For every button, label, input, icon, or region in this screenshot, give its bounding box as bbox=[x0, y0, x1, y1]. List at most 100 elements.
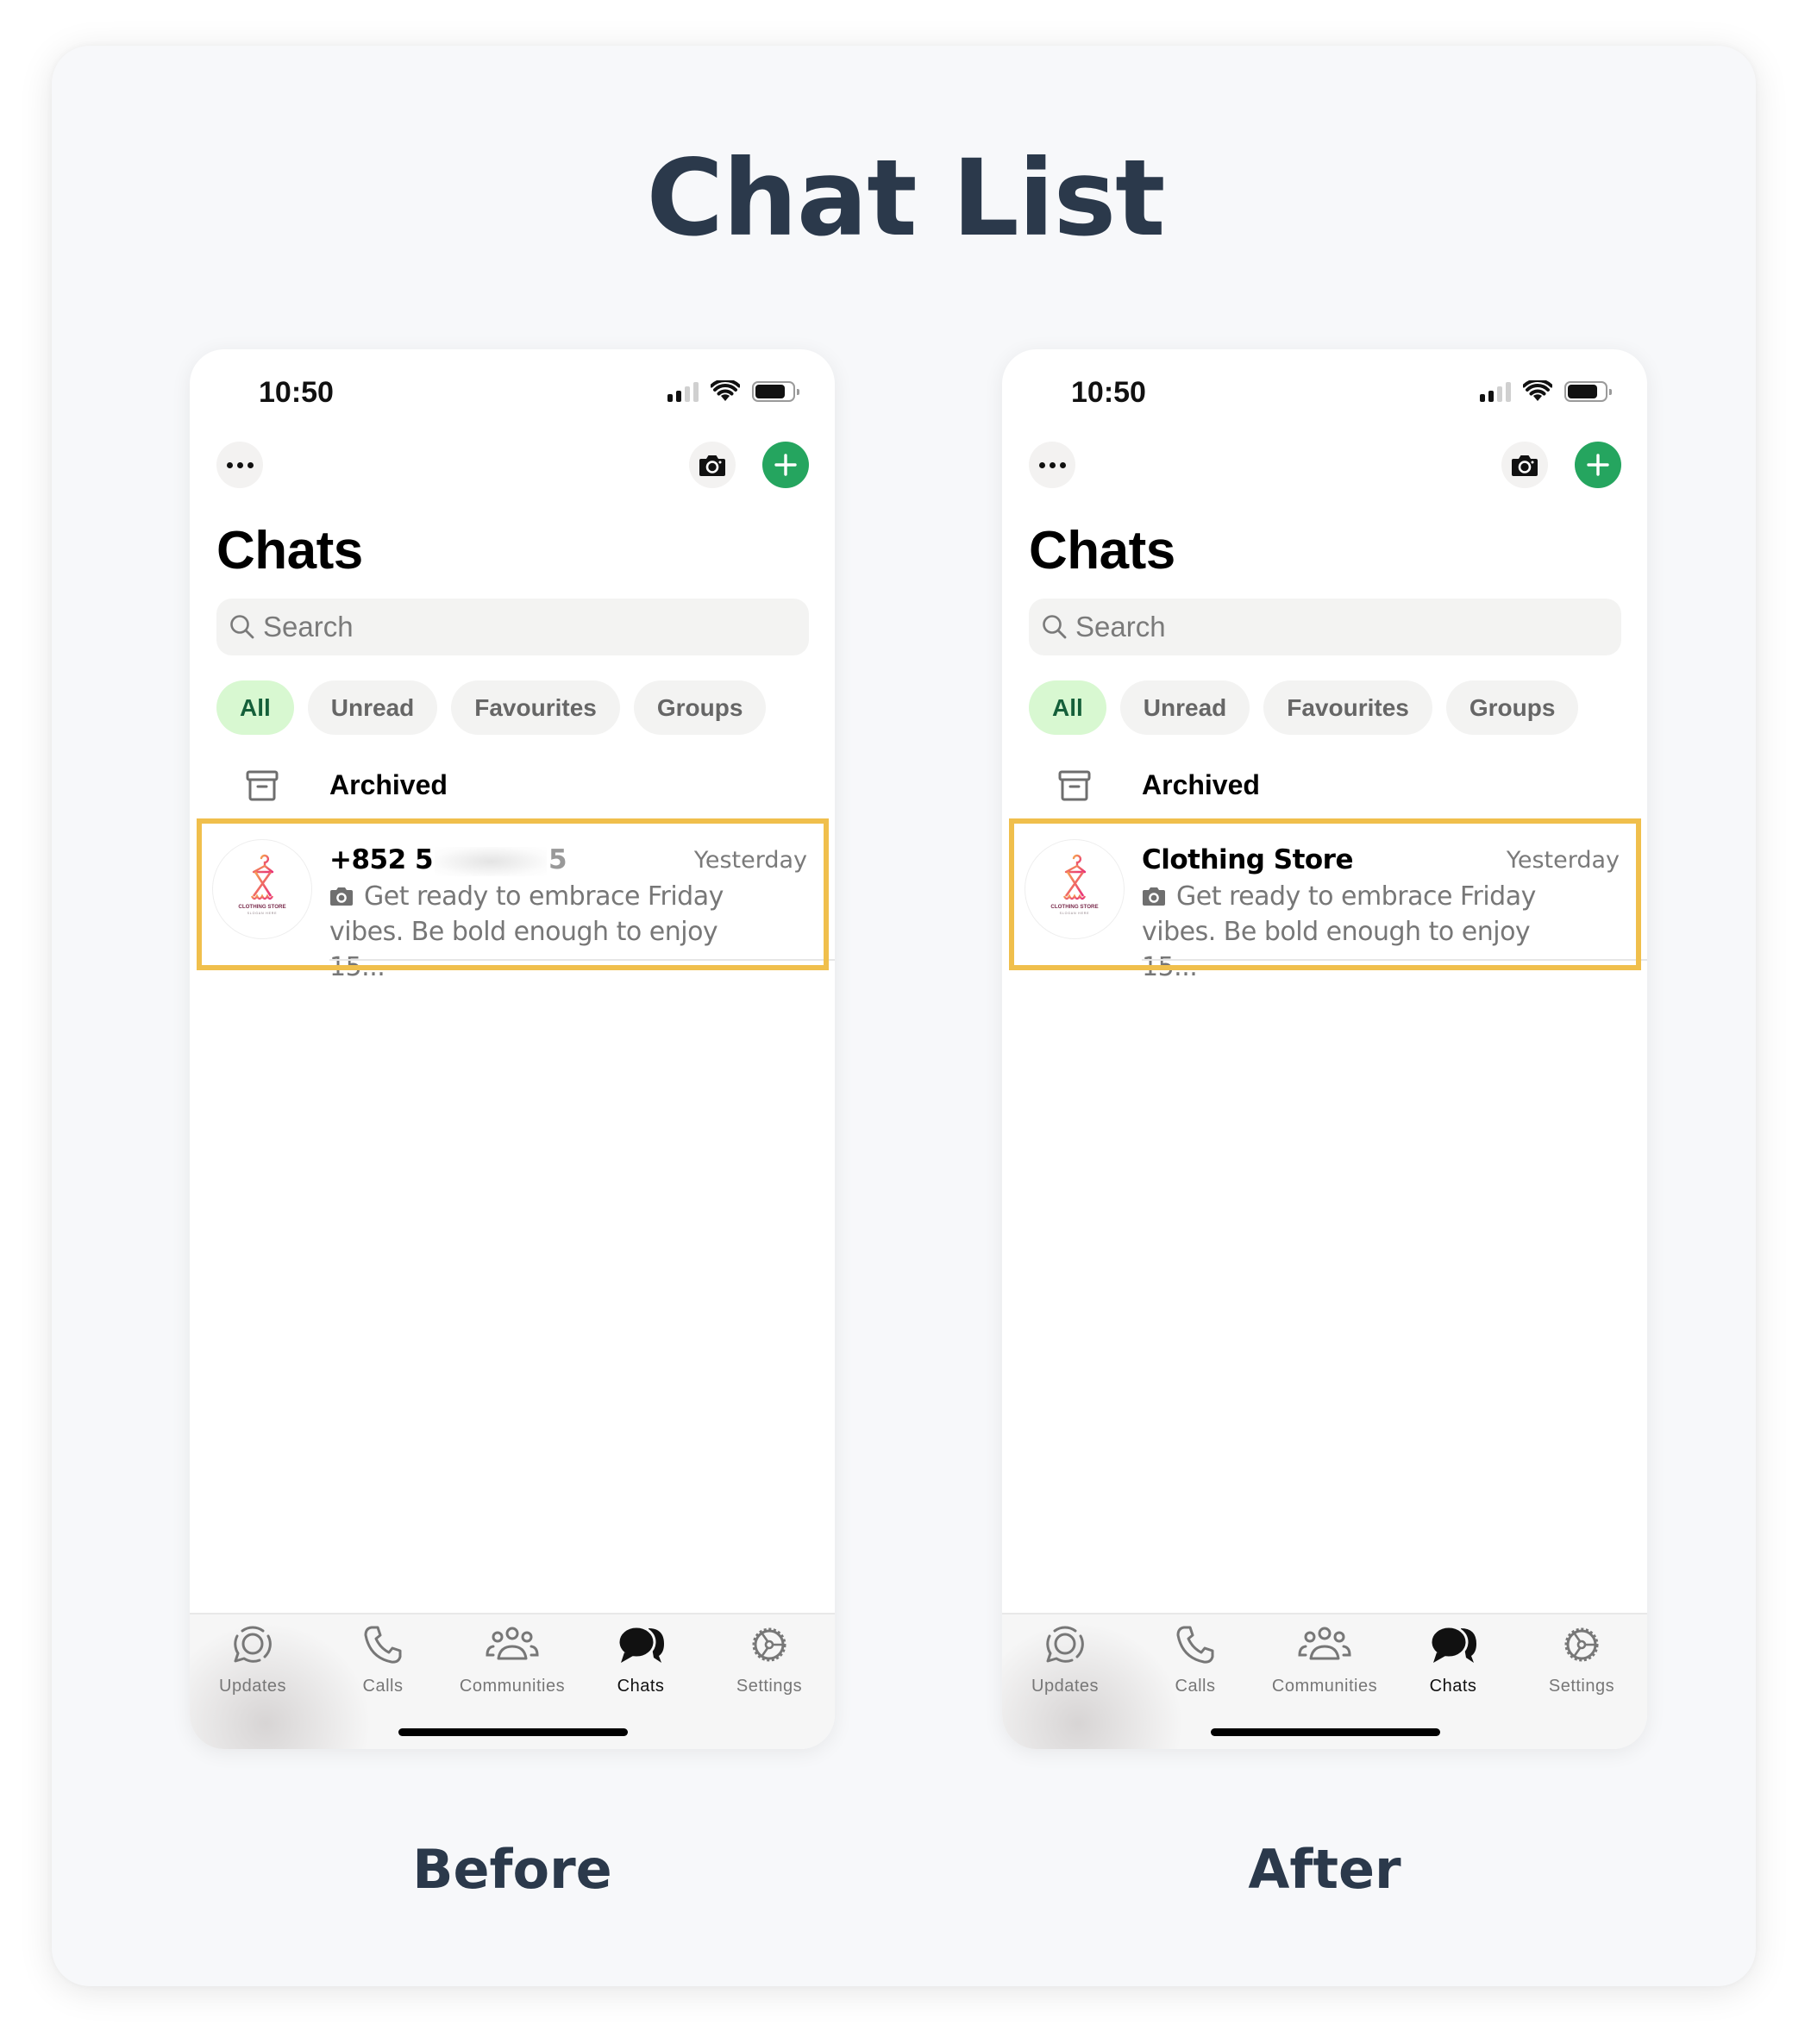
svg-text:CLOTHING STORE: CLOTHING STORE bbox=[238, 904, 285, 910]
filter-chip-favourites[interactable]: Favourites bbox=[451, 680, 620, 735]
caption-after: After bbox=[1248, 1838, 1401, 1901]
chat-name-visible-suffix: 5 bbox=[548, 844, 567, 875]
svg-text:CLOTHING STORE: CLOTHING STORE bbox=[1050, 904, 1098, 910]
photo-camera-icon bbox=[330, 887, 353, 906]
battery-icon bbox=[752, 381, 799, 402]
chat-timestamp: Yesterday bbox=[1506, 847, 1620, 874]
status-icons bbox=[1480, 379, 1612, 404]
archive-box-icon bbox=[1058, 770, 1091, 801]
phone-before: 10:50 Chats All bbox=[190, 349, 835, 1749]
tab-bar: Updates Calls Communities Chats Settings bbox=[1002, 1613, 1647, 1749]
updates-icon bbox=[234, 1626, 272, 1663]
tab-label: Settings bbox=[1548, 1677, 1615, 1696]
settings-gear-icon bbox=[1564, 1627, 1599, 1662]
camera-icon bbox=[699, 455, 725, 476]
screen-title: Chats bbox=[1029, 521, 1175, 580]
svg-text:SLOGAN HERE: SLOGAN HERE bbox=[1060, 912, 1090, 915]
archived-label: Archived bbox=[329, 769, 448, 800]
tab-settings[interactable]: Settings bbox=[1517, 1620, 1646, 1697]
filter-chip-all[interactable]: All bbox=[216, 680, 294, 735]
tab-label: Calls bbox=[1175, 1677, 1216, 1696]
row-divider bbox=[1142, 959, 1647, 961]
phone-icon bbox=[1176, 1626, 1214, 1664]
filter-chip-groups[interactable]: Groups bbox=[633, 680, 767, 735]
search-bar[interactable] bbox=[216, 599, 809, 655]
clothing-store-logo-icon: CLOTHING STORE SLOGAN HERE bbox=[1050, 854, 1099, 915]
svg-text:SLOGAN HERE: SLOGAN HERE bbox=[248, 912, 278, 915]
filter-chip-all[interactable]: All bbox=[1029, 680, 1106, 735]
search-input[interactable] bbox=[263, 611, 780, 643]
status-icons bbox=[667, 379, 799, 404]
chat-preview: Get ready to embrace Friday vibes. Be bo… bbox=[329, 879, 778, 985]
clothing-store-logo-icon: CLOTHING STORE SLOGAN HERE bbox=[238, 854, 286, 915]
screen-title: Chats bbox=[216, 521, 363, 580]
home-indicator bbox=[398, 1728, 628, 1736]
photo-camera-icon bbox=[1143, 887, 1165, 906]
archived-label: Archived bbox=[1142, 769, 1260, 800]
camera-button[interactable] bbox=[1501, 442, 1548, 488]
status-time: 10:50 bbox=[259, 376, 334, 409]
wifi-icon bbox=[711, 380, 740, 401]
chat-timestamp: Yesterday bbox=[693, 847, 807, 874]
plus-icon bbox=[1587, 454, 1609, 476]
chat-name: Clothing Store bbox=[1142, 844, 1354, 875]
search-bar[interactable] bbox=[1029, 599, 1621, 655]
row-divider bbox=[329, 959, 835, 961]
more-options-button[interactable] bbox=[1029, 442, 1075, 488]
search-icon bbox=[230, 615, 254, 639]
signal-icon bbox=[1480, 381, 1511, 402]
tab-chats[interactable]: Chats bbox=[576, 1620, 705, 1697]
archive-box-icon bbox=[246, 770, 279, 801]
chat-preview: Get ready to embrace Friday vibes. Be bo… bbox=[1142, 879, 1590, 985]
avatar: CLOTHING STORE SLOGAN HERE bbox=[212, 839, 312, 939]
tab-label: Settings bbox=[736, 1677, 803, 1696]
tab-chats[interactable]: Chats bbox=[1388, 1620, 1518, 1697]
phone-icon bbox=[364, 1626, 402, 1664]
chat-preview-text: Get ready to embrace Friday vibes. Be bo… bbox=[329, 881, 724, 982]
chat-name-visible-prefix: +852 5 bbox=[329, 844, 434, 875]
camera-button[interactable] bbox=[689, 442, 736, 488]
new-chat-button[interactable] bbox=[1575, 442, 1621, 488]
filter-chips: All Unread Favourites Groups bbox=[216, 680, 767, 735]
chat-list-item[interactable]: CLOTHING STORE SLOGAN HERE +852 5 5 Yeste… bbox=[190, 822, 835, 982]
status-time: 10:50 bbox=[1071, 376, 1146, 409]
search-input[interactable] bbox=[1075, 611, 1593, 643]
tab-calls[interactable]: Calls bbox=[318, 1620, 448, 1697]
search-icon bbox=[1043, 615, 1067, 639]
filter-chip-groups[interactable]: Groups bbox=[1445, 680, 1579, 735]
chat-list-item[interactable]: CLOTHING STORE SLOGAN HERE Clothing Stor… bbox=[1002, 822, 1647, 982]
tab-label: Calls bbox=[362, 1677, 404, 1696]
communities-icon bbox=[486, 1627, 539, 1660]
tab-label: Chats bbox=[1429, 1677, 1477, 1696]
tab-bar: Updates Calls Communities Chats Settings bbox=[190, 1613, 835, 1749]
avatar: CLOTHING STORE SLOGAN HERE bbox=[1025, 839, 1125, 939]
signal-icon bbox=[667, 381, 699, 402]
tab-label: Updates bbox=[219, 1677, 286, 1696]
tab-label: Communities bbox=[459, 1677, 566, 1696]
filter-chip-unread[interactable]: Unread bbox=[307, 680, 438, 735]
tab-updates[interactable]: Updates bbox=[1002, 1620, 1130, 1697]
ellipsis-icon bbox=[1038, 461, 1066, 468]
updates-icon bbox=[1046, 1626, 1084, 1663]
communities-icon bbox=[1298, 1627, 1351, 1660]
tab-calls[interactable]: Calls bbox=[1131, 1620, 1260, 1697]
new-chat-button[interactable] bbox=[762, 442, 809, 488]
archived-row[interactable]: Archived bbox=[190, 758, 835, 812]
tab-communities[interactable]: Communities bbox=[1260, 1620, 1389, 1697]
chats-icon bbox=[1429, 1625, 1476, 1663]
tab-communities[interactable]: Communities bbox=[448, 1620, 577, 1697]
more-options-button[interactable] bbox=[216, 442, 263, 488]
camera-icon bbox=[1512, 455, 1538, 476]
redacted-phone-digits bbox=[435, 846, 548, 876]
archived-row[interactable]: Archived bbox=[1002, 758, 1647, 812]
ellipsis-icon bbox=[226, 461, 254, 468]
phone-after: 10:50 Chats All bbox=[1002, 349, 1647, 1749]
chat-name: +852 5 5 bbox=[329, 843, 567, 877]
chat-preview-text: Get ready to embrace Friday vibes. Be bo… bbox=[1142, 881, 1536, 982]
page-title: Chat List bbox=[646, 137, 1166, 260]
tab-settings[interactable]: Settings bbox=[705, 1620, 834, 1697]
tab-updates[interactable]: Updates bbox=[190, 1620, 317, 1697]
filter-chip-favourites[interactable]: Favourites bbox=[1263, 680, 1432, 735]
tab-label: Chats bbox=[617, 1677, 665, 1696]
filter-chip-unread[interactable]: Unread bbox=[1119, 680, 1250, 735]
